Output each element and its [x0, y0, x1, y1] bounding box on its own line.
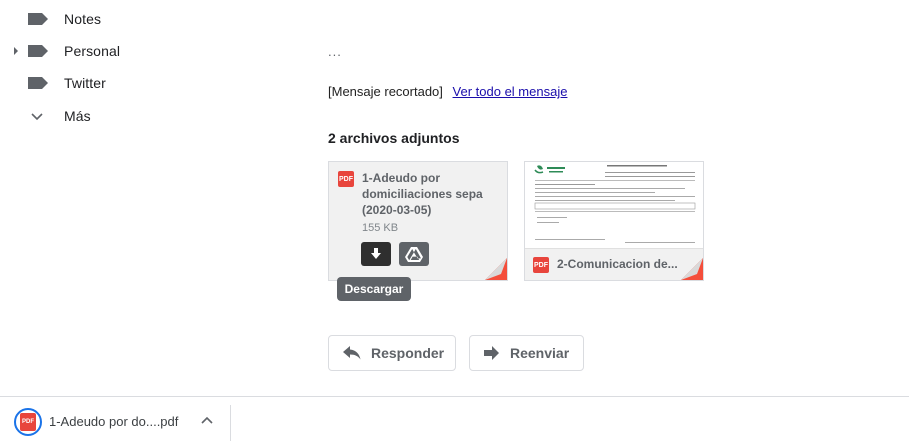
sidebar-item-label: Twitter	[64, 75, 106, 91]
sidebar-item-more[interactable]: Más	[0, 100, 300, 132]
view-full-message-link[interactable]: Ver todo el mensaje	[453, 84, 568, 99]
forward-icon	[484, 346, 499, 360]
label-icon	[28, 13, 48, 25]
attachment-card[interactable]: PDF 2-Comunicacion de...	[524, 161, 704, 281]
forward-label: Reenviar	[510, 345, 570, 361]
label-icon	[28, 45, 48, 57]
pdf-icon: PDF	[338, 171, 354, 187]
save-to-drive-button[interactable]	[399, 242, 429, 266]
sidebar-item-label: Más	[64, 108, 91, 124]
reply-icon	[343, 346, 361, 360]
trimmed-content-ellipsis[interactable]: ...	[328, 44, 342, 59]
forward-button[interactable]: Reenviar	[469, 335, 584, 371]
reply-label: Responder	[371, 345, 445, 361]
sidebar-item-twitter[interactable]: Twitter	[0, 67, 300, 99]
attachments-title: 2 archivos adjuntos	[328, 130, 460, 146]
download-icon	[371, 248, 381, 259]
attachment-size: 155 KB	[362, 222, 399, 234]
download-item[interactable]: PDF 1-Adeudo por do....pdf	[0, 397, 231, 445]
sidebar: Notes Personal Twitter Más	[0, 0, 300, 135]
clipped-message-notice: [Mensaje recortado] Ver todo el mensaje	[328, 84, 567, 99]
download-button[interactable]	[361, 242, 391, 266]
document-thumbnail	[525, 162, 703, 250]
page-fold-corner	[681, 258, 703, 280]
pdf-file-icon: PDF	[20, 413, 36, 431]
sidebar-item-personal[interactable]: Personal	[0, 35, 300, 67]
attachment-card[interactable]: PDF 1-Adeudo por domiciliaciones sepa (2…	[328, 161, 508, 281]
download-file-name: 1-Adeudo por do....pdf	[49, 414, 179, 429]
divider	[230, 405, 231, 441]
download-tooltip: Descargar	[337, 277, 411, 301]
reply-button[interactable]: Responder	[328, 335, 456, 371]
attachment-name: 2-Comunicacion de...	[557, 257, 678, 271]
sidebar-item-label: Notes	[64, 11, 102, 27]
download-bar: PDF 1-Adeudo por do....pdf	[0, 396, 909, 445]
sidebar-item-label: Personal	[64, 43, 121, 59]
sidebar-item-notes[interactable]: Notes	[0, 3, 300, 35]
attachment-name-strip: PDF 2-Comunicacion de...	[525, 248, 703, 280]
download-progress-ring: PDF	[14, 408, 42, 436]
page-fold-corner	[485, 258, 507, 280]
label-icon	[28, 77, 48, 89]
attachment-name: 1-Adeudo por domiciliaciones sepa (2020-…	[362, 171, 483, 217]
clipped-message-text: [Mensaje recortado]	[328, 84, 443, 99]
expand-arrow-icon[interactable]	[11, 46, 21, 56]
pdf-icon: PDF	[533, 257, 549, 273]
chevron-down-icon	[31, 113, 43, 121]
drive-icon	[405, 247, 423, 262]
chevron-up-icon[interactable]	[199, 413, 215, 429]
